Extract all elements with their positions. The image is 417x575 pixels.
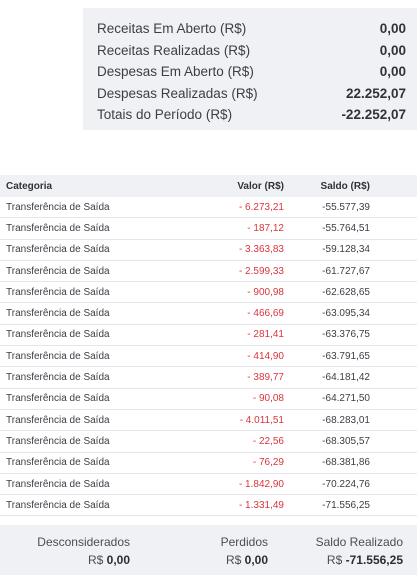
perdidos-label: Perdidos	[220, 535, 268, 549]
desconsiderados-label: Desconsiderados	[37, 535, 130, 549]
row-saldo: -62.628,65	[322, 286, 370, 298]
table-row[interactable]: Transferência de Saída - 1.842,90 -70.224,…	[0, 474, 417, 496]
table-row[interactable]: Transferência de Saída - 1.331,49 -71.556,…	[0, 495, 417, 517]
row-valor: - 76,29	[252, 457, 284, 469]
desconsiderados-amount: 0,00	[106, 553, 130, 567]
row-valor: - 22,56	[252, 435, 284, 447]
row-saldo: -71.556,25	[322, 499, 370, 511]
saldo-realizado-value: R$ -71.556,25	[316, 553, 403, 567]
row-categoria: Transferência de Saída	[6, 265, 110, 277]
row-categoria: Transferência de Saída	[6, 372, 110, 384]
table-row[interactable]: Transferência de Saída - 900,98 -62.628,65	[0, 282, 417, 304]
table-row[interactable]: Transferência de Saída - 414,90 -63.791,65	[0, 346, 417, 368]
row-categoria: Transferência de Saída	[6, 414, 110, 426]
summary-row: Despesas Em Aberto (R$) 0,00	[97, 61, 406, 83]
table-row[interactable]: Transferência de Saída - 22,56 -68.305,57	[0, 431, 417, 453]
header-saldo[interactable]: Saldo (R$)	[284, 181, 370, 192]
row-categoria: Transferência de Saída	[6, 222, 110, 234]
footer-saldo-realizado: Saldo Realizado R$ -71.556,25	[316, 535, 403, 567]
summary-label: Totais do Período (R$)	[97, 107, 233, 123]
row-valor: - 90,08	[252, 393, 284, 405]
header-valor[interactable]: Valor (R$)	[200, 181, 284, 192]
row-valor: - 900,98	[247, 286, 284, 298]
row-saldo: -70.224,76	[322, 478, 370, 490]
row-valor: - 281,41	[247, 329, 284, 341]
row-saldo: -68.283,01	[322, 414, 370, 426]
row-categoria: Transferência de Saída	[6, 244, 110, 256]
row-categoria: Transferência de Saída	[6, 201, 110, 213]
summary-value: -22.252,07	[341, 107, 406, 123]
row-categoria: Transferência de Saída	[6, 435, 110, 447]
perdidos-value: R$ 0,00	[221, 553, 268, 567]
saldo-realizado-label: Saldo Realizado	[315, 535, 403, 549]
table-body: Transferência de Saída - 6.273,21 -55.577,…	[0, 197, 417, 517]
row-saldo: -63.376,75	[322, 329, 370, 341]
summary-value: 0,00	[379, 21, 406, 37]
row-categoria: Transferência de Saída	[6, 457, 110, 469]
row-categoria: Transferência de Saída	[6, 350, 110, 362]
summary-row: Receitas Realizadas (R$) 0,00	[97, 40, 406, 62]
summary-label: Despesas Em Aberto (R$)	[97, 64, 254, 80]
summary-value: 0,00	[379, 42, 406, 58]
table-row[interactable]: Transferência de Saída - 389,77 -64.181,42	[0, 367, 417, 389]
row-saldo: -68.305,57	[322, 435, 370, 447]
currency-symbol: R$	[326, 553, 343, 567]
table-row[interactable]: Transferência de Saída - 3.363,83 -59.128,…	[0, 240, 417, 261]
row-categoria: Transferência de Saída	[6, 308, 110, 320]
row-saldo: -59.128,34	[322, 244, 370, 256]
row-categoria: Transferência de Saída	[6, 478, 110, 490]
row-valor: - 1.842,90	[238, 478, 284, 490]
table-header: Categoria Valor (R$) Saldo (R$)	[0, 175, 417, 197]
footer-perdidos: Perdidos R$ 0,00	[221, 535, 268, 567]
summary-label: Receitas Em Aberto (R$)	[97, 21, 247, 37]
row-saldo: -64.271,50	[322, 393, 370, 405]
table-row[interactable]: Transferência de Saída - 4.011,51 -68.283,…	[0, 410, 417, 432]
table-row[interactable]: Transferência de Saída - 2.599,33 -61.727,…	[0, 261, 417, 283]
footer-desconsiderados: Desconsiderados R$ 0,00	[37, 535, 130, 567]
row-categoria: Transferência de Saída	[6, 393, 110, 405]
row-valor: - 414,90	[247, 350, 284, 362]
row-valor: - 187,12	[247, 222, 284, 234]
desconsiderados-value: R$ 0,00	[37, 553, 130, 567]
summary-row: Despesas Realizadas (R$) 22.252,07	[97, 83, 406, 105]
header-categoria[interactable]: Categoria	[0, 181, 200, 192]
row-valor: - 466,69	[247, 308, 284, 320]
row-categoria: Transferência de Saída	[6, 286, 110, 298]
summary-label: Receitas Realizadas (R$)	[97, 42, 251, 58]
table-row[interactable]: Transferência de Saída - 187,12 -55.764,51	[0, 218, 417, 240]
table-row[interactable]: Transferência de Saída - 6.273,21 -55.577,…	[0, 197, 417, 219]
table-row[interactable]: Transferência de Saída - 90,08 -64.271,50	[0, 389, 417, 410]
row-saldo: -55.577,39	[322, 201, 370, 213]
row-saldo: -64.181,42	[322, 372, 370, 384]
row-valor: - 3.363,83	[238, 244, 284, 256]
perdidos-amount: 0,00	[244, 553, 268, 567]
table-row[interactable]: Transferência de Saída - 76,29 -68.381,86	[0, 453, 417, 474]
row-categoria: Transferência de Saída	[6, 499, 110, 511]
summary-label: Despesas Realizadas (R$)	[97, 85, 258, 101]
summary-row: Receitas Em Aberto (R$) 0,00	[97, 18, 406, 40]
table-row[interactable]: Transferência de Saída - 281,41 -63.376,75	[0, 325, 417, 347]
summary-panel: Receitas Em Aberto (R$) 0,00 Receitas Re…	[83, 8, 417, 130]
currency-symbol: R$	[225, 553, 242, 567]
row-valor: - 4.011,51	[239, 414, 284, 426]
summary-row: Totais do Período (R$) -22.252,07	[97, 104, 406, 126]
saldo-realizado-amount: -71.556,25	[345, 553, 403, 567]
summary-value: 0,00	[379, 64, 406, 80]
currency-symbol: R$	[87, 553, 104, 567]
row-valor: - 2.599,33	[238, 265, 284, 277]
row-valor: - 6.273,21	[238, 201, 284, 213]
row-saldo: -68.381,86	[322, 457, 370, 469]
row-valor: - 389,77	[247, 372, 284, 384]
transactions-table: Categoria Valor (R$) Saldo (R$) Transfer…	[0, 175, 417, 517]
table-row[interactable]: Transferência de Saída - 466,69 -63.095,34	[0, 303, 417, 325]
row-valor: - 1.331,49	[238, 499, 284, 511]
summary-value: 22.252,07	[345, 85, 406, 101]
row-saldo: -61.727,67	[322, 265, 370, 277]
row-categoria: Transferência de Saída	[6, 329, 110, 341]
row-saldo: -63.791,65	[322, 350, 370, 362]
footer-totals: Desconsiderados R$ 0,00 Perdidos R$ 0,00…	[0, 525, 417, 575]
row-saldo: -55.764,51	[322, 222, 370, 234]
row-saldo: -63.095,34	[322, 308, 370, 320]
